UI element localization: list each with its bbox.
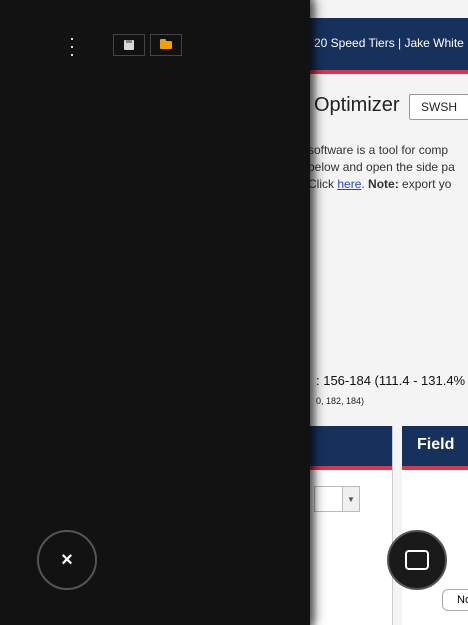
drawer-shadow (310, 0, 318, 625)
field-panel-title: Field (417, 436, 455, 453)
pokemon-select[interactable]: ▼ (314, 486, 360, 512)
description-line-1: software is a tool for comp (308, 143, 449, 157)
kebab-menu-icon[interactable] (66, 38, 78, 56)
no-option-button[interactable]: No (442, 589, 468, 611)
here-link[interactable]: here (337, 177, 361, 191)
side-drawer: × (0, 0, 310, 625)
page-title: Optimizer (314, 94, 400, 116)
damage-range: : 156-184 (111.4 - 131.4% (316, 373, 466, 388)
damage-rolls: 0, 182, 184) (316, 396, 365, 406)
nav-breadcrumb[interactable]: 20 Speed Tiers | Jake White (314, 36, 464, 50)
close-icon: × (61, 548, 73, 571)
description: software is a tool for comp below and op… (308, 142, 468, 193)
top-navbar: 20 Speed Tiers | Jake White (300, 18, 468, 74)
open-button[interactable] (150, 34, 182, 56)
description-line-3: Click here. Note: export yo (308, 176, 468, 193)
generation-button[interactable]: SWSH (409, 94, 468, 120)
close-drawer-button[interactable]: × (37, 530, 97, 590)
folder-open-icon (160, 39, 172, 49)
floppy-disk-icon (124, 40, 134, 50)
field-panel-header: Field (402, 426, 468, 470)
save-button[interactable] (113, 34, 145, 56)
window-frame-icon (405, 550, 429, 570)
note-label: Note: (368, 177, 399, 191)
window-frame-button[interactable] (387, 530, 447, 590)
description-line-2: below and open the side pa (308, 160, 455, 174)
chevron-down-icon: ▼ (342, 487, 359, 511)
description-note-text: export yo (398, 177, 452, 191)
